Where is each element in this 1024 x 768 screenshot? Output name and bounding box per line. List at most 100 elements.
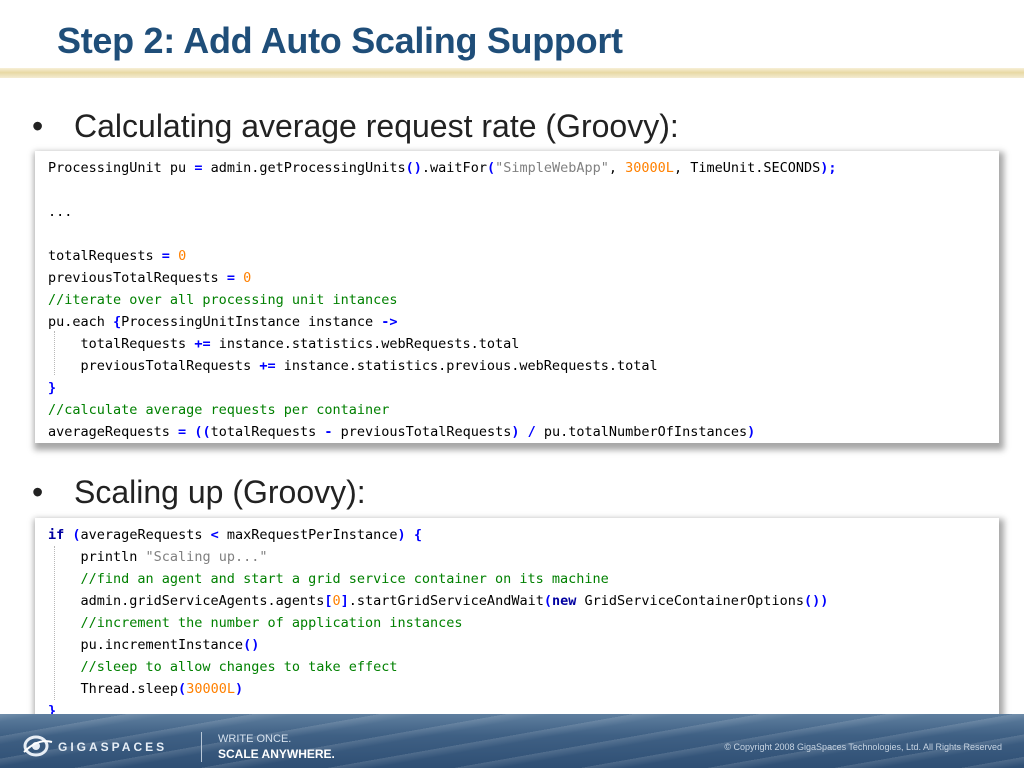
footer-tagline-1: WRITE ONCE.: [218, 733, 292, 745]
code-token: admin.getProcessingUnits: [202, 160, 406, 176]
code-token: "SimpleWebApp": [495, 160, 609, 176]
code-token: //increment the number of application in…: [48, 615, 463, 631]
code-token: admin.gridServiceAgents.agents: [48, 593, 325, 609]
code-line: //iterate over all processing unit intan…: [48, 289, 999, 311]
code-token: previousTotalRequests: [48, 358, 260, 374]
code-token: new: [551, 593, 577, 609]
code-token: previousTotalRequests: [48, 270, 227, 286]
code-token: ): [234, 681, 244, 697]
code-token: , TimeUnit.SECONDS: [673, 160, 821, 176]
code-token: (: [486, 160, 496, 176]
code-token: =: [226, 270, 235, 286]
code-token: -: [324, 424, 333, 440]
code-block-average-requests: ProcessingUnit pu = admin.getProcessingU…: [35, 151, 999, 443]
code-token: ...: [48, 204, 73, 220]
code-token: previousTotalRequests: [332, 424, 512, 440]
gigaspaces-logo-icon: [23, 735, 53, 757]
code-line: println "Scaling up...": [48, 546, 999, 568]
code-token: ProcessingUnitInstance instance: [121, 314, 382, 330]
code-token: ]: [340, 593, 349, 609]
code-token: if: [48, 527, 65, 543]
bullet-text: Scaling up (Groovy):: [74, 474, 366, 510]
code-token: averageRequests: [80, 527, 211, 543]
code-token: Thread.sleep: [48, 681, 179, 697]
footer-tagline-2: SCALE ANYWHERE.: [218, 747, 335, 761]
indent-guide: [54, 546, 55, 700]
code-line: totalRequests += instance.statistics.web…: [48, 333, 999, 355]
bullet-marker: •: [32, 474, 44, 510]
code-token: .waitFor: [421, 160, 487, 176]
footer-brand: GIGASPACES: [58, 740, 168, 754]
code-token: pu.incrementInstance: [48, 637, 244, 653]
code-token: .startGridServiceAndWait: [348, 593, 544, 609]
code-token: ProcessingUnit pu: [48, 160, 195, 176]
code-token: pu.totalNumberOfInstances: [535, 424, 748, 440]
code-line: //sleep to allow changes to take effect: [48, 656, 999, 678]
code-token: }: [48, 380, 57, 396]
code-line: totalRequests = 0: [48, 245, 999, 267]
code-token: println: [48, 549, 146, 565]
slide-title: Step 2: Add Auto Scaling Support: [57, 20, 623, 61]
code-line: previousTotalRequests = 0: [48, 267, 999, 289]
code-token: totalRequests: [48, 248, 162, 264]
code-token: <: [210, 527, 219, 543]
code-line: ...: [48, 201, 999, 223]
code-token: ->: [381, 314, 398, 330]
code-listing: if (averageRequests < maxRequestPerInsta…: [48, 524, 999, 722]
footer-copyright: © Copyright 2008 GigaSpaces Technologies…: [724, 742, 1002, 752]
code-line: ProcessingUnit pu = admin.getProcessingU…: [48, 157, 999, 179]
code-token: +=: [259, 358, 276, 374]
code-token: 30000L: [186, 681, 235, 697]
code-token: "Scaling up...": [145, 549, 268, 565]
code-line: //increment the number of application in…: [48, 612, 999, 634]
code-token: (): [405, 160, 422, 176]
code-block-scaling-up: if (averageRequests < maxRequestPerInsta…: [35, 518, 999, 724]
code-token: 0: [332, 593, 341, 609]
indent-guide: [54, 331, 55, 375]
code-token: (: [72, 527, 81, 543]
code-token: {: [413, 527, 422, 543]
code-token: +=: [194, 336, 211, 352]
bullet-scaling-up: • Scaling up (Groovy):: [32, 474, 366, 511]
code-token: ): [747, 424, 756, 440]
bullet-calculating-average: • Calculating average request rate (Groov…: [32, 108, 679, 145]
code-token: //find an agent and start a grid service…: [48, 571, 609, 587]
code-line: averageRequests = ((totalRequests - prev…: [48, 421, 999, 443]
code-line: previousTotalRequests += instance.statis…: [48, 355, 999, 377]
code-token: =: [178, 424, 187, 440]
code-token: //calculate average requests per contain…: [48, 402, 390, 418]
code-token: totalRequests: [48, 336, 195, 352]
code-token: GridServiceContainerOptions: [576, 593, 804, 609]
code-token: ): [397, 527, 406, 543]
code-token: =: [161, 248, 170, 264]
bullet-text: Calculating average request rate (Groovy…: [74, 108, 679, 144]
code-token: totalRequests: [210, 424, 325, 440]
footer-bar: GIGASPACES WRITE ONCE. SCALE ANYWHERE. ©…: [0, 714, 1024, 768]
code-token: instance.statistics.webRequests.total: [210, 336, 520, 352]
code-token: /: [527, 424, 536, 440]
code-token: instance.statistics.previous.webRequests…: [275, 358, 658, 374]
code-line: if (averageRequests < maxRequestPerInsta…: [48, 524, 999, 546]
code-token: );: [820, 160, 837, 176]
code-token: pu.each: [48, 314, 114, 330]
title-underline-band: [0, 68, 1024, 78]
code-token: //iterate over all processing unit intan…: [48, 292, 398, 308]
code-token: {: [113, 314, 122, 330]
code-token: maxRequestPerInstance: [218, 527, 398, 543]
code-line: pu.each {ProcessingUnitInstance instance…: [48, 311, 999, 333]
code-token: averageRequests: [48, 424, 179, 440]
code-token: 0: [243, 270, 252, 286]
code-line: admin.gridServiceAgents.agents[0].startG…: [48, 590, 999, 612]
code-token: ()): [803, 593, 829, 609]
code-token: ((: [194, 424, 211, 440]
code-listing: ProcessingUnit pu = admin.getProcessingU…: [48, 157, 999, 443]
footer-divider: [201, 732, 202, 762]
code-line: }: [48, 377, 999, 399]
code-line: Thread.sleep(30000L): [48, 678, 999, 700]
